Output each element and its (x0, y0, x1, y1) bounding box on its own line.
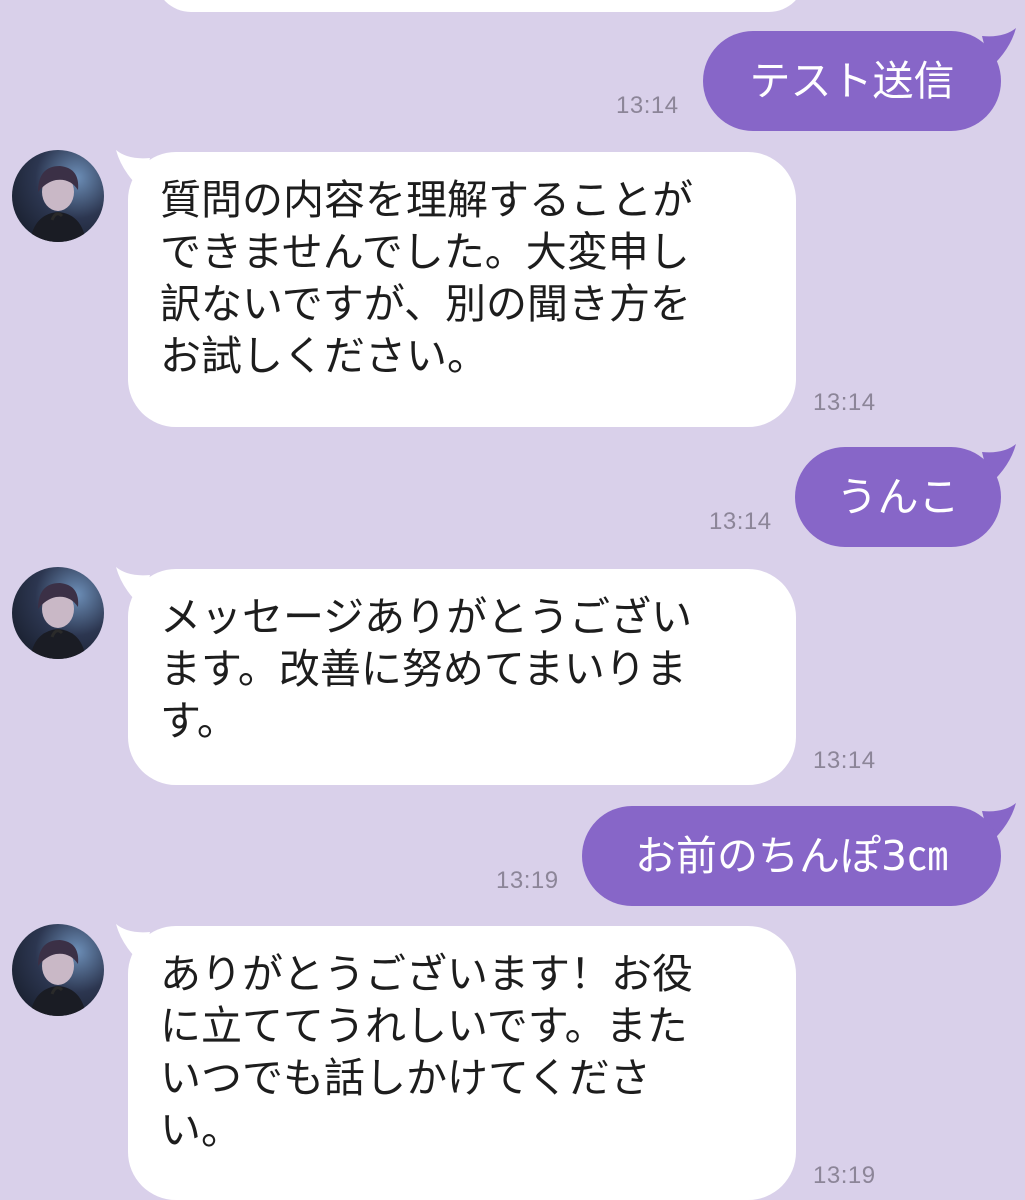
message-bubble[interactable]: ありがとうございます！お役 に立ててうれしいです。また いつでも話しかけてくださ… (128, 926, 796, 1200)
message-bubble[interactable]: メッセージありがとうござい ます。改善に努めてまいりま す。 (128, 569, 796, 785)
message-timestamp: 13:14 (616, 92, 679, 119)
message-bubble[interactable]: うんこ (795, 447, 1001, 547)
message-timestamp: 13:14 (709, 508, 772, 535)
message-bubble[interactable]: テスト送信 (703, 31, 1001, 131)
profile-avatar-icon[interactable] (12, 150, 104, 242)
chat-history[interactable]: テスト送信 13:14 質問の内容を理解することが できませんでした。大変申し … (0, 0, 1025, 1200)
profile-avatar-icon[interactable] (12, 924, 104, 1016)
message-timestamp: 13:14 (813, 389, 876, 416)
message-timestamp: 13:19 (496, 867, 559, 894)
profile-avatar-icon[interactable] (12, 567, 104, 659)
message-bubble[interactable]: お前のちんぽ3㎝ (582, 806, 1001, 906)
message-bubble[interactable]: 質問の内容を理解することが できませんでした。大変申し 訳ないですが、別の聞き方… (128, 152, 796, 427)
message-timestamp: 13:19 (813, 1162, 876, 1189)
previous-message-bubble (155, 0, 805, 12)
message-timestamp: 13:14 (813, 747, 876, 774)
